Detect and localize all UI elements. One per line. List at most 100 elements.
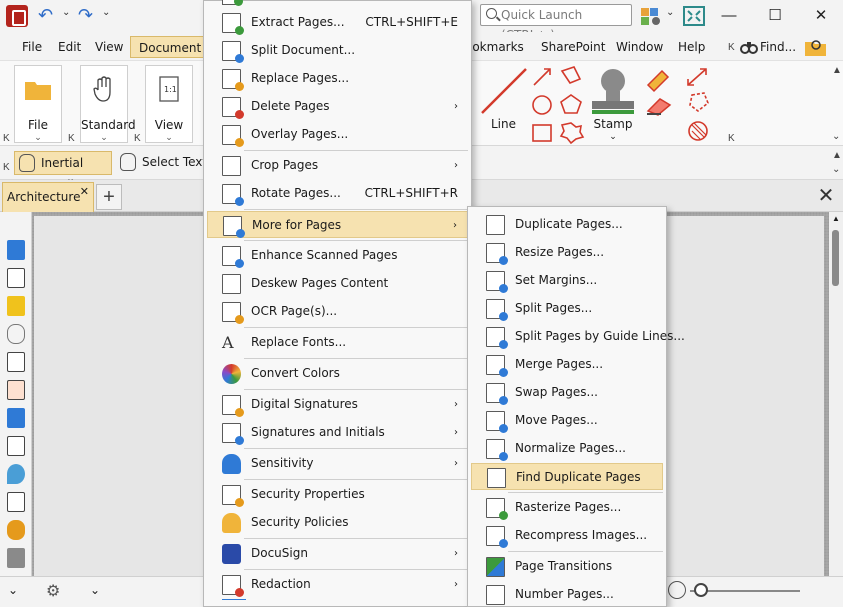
menu-item-delete-pages[interactable]: Delete Pages › bbox=[207, 93, 468, 120]
attachments-icon[interactable] bbox=[7, 324, 25, 344]
group-corner-icon: K bbox=[68, 133, 75, 144]
close-window-button[interactable]: ✕ bbox=[798, 0, 843, 32]
submenu-item-rasterize-pages[interactable]: Rasterize Pages... bbox=[471, 494, 663, 521]
shape-tools-icon[interactable] bbox=[530, 65, 586, 145]
menu-item-replace-pages[interactable]: Replace Pages... bbox=[207, 65, 468, 92]
links-icon[interactable] bbox=[7, 520, 25, 540]
submenu-item-swap-pages[interactable]: Swap Pages... bbox=[471, 379, 663, 406]
zoom-slider-thumb[interactable] bbox=[694, 583, 708, 597]
quick-launch-input[interactable]: Quick Launch (CTRL+.) bbox=[480, 4, 632, 42]
submenu-item-set-margins[interactable]: Set Margins... bbox=[471, 267, 663, 294]
signatures-panel-icon[interactable] bbox=[7, 380, 25, 400]
menu-sharepoint[interactable]: SharePoint bbox=[533, 36, 613, 58]
folder-icon bbox=[25, 82, 51, 100]
find-button[interactable]: Find... bbox=[758, 36, 798, 58]
partial-menu-icon bbox=[222, 599, 246, 607]
minimize-button[interactable]: — bbox=[706, 0, 752, 32]
menu-item-extract-pages[interactable]: Extract Pages... CTRL+SHIFT+E bbox=[207, 9, 468, 36]
submenu-item-split-pages[interactable]: Split Pages... bbox=[471, 295, 663, 322]
redo-icon[interactable]: ↷ bbox=[78, 4, 93, 26]
menu-item-overlay-pages[interactable]: Overlay Pages... bbox=[207, 121, 468, 148]
fields-icon[interactable] bbox=[7, 436, 25, 456]
submenu-item-resize-pages[interactable]: Resize Pages... bbox=[471, 239, 663, 266]
destinations-icon[interactable] bbox=[7, 464, 25, 484]
vertical-scrollbar[interactable]: ▲ bbox=[829, 212, 843, 576]
close-document-button[interactable]: ✕ bbox=[813, 182, 839, 210]
status-dropdown-icon[interactable]: ⌄ bbox=[90, 583, 100, 597]
fullscreen-icon[interactable] bbox=[683, 6, 705, 26]
undo-icon[interactable]: ↶ bbox=[38, 4, 53, 26]
layers-icon[interactable] bbox=[7, 408, 25, 428]
inertial-scroll-button[interactable]: Inertial Scroll bbox=[14, 151, 112, 192]
menu-document[interactable]: Document bbox=[130, 36, 211, 58]
menu-file[interactable]: File bbox=[14, 36, 50, 58]
submenu-item-number-pages[interactable]: Number Pages... bbox=[471, 581, 663, 607]
line-tool-icon[interactable] bbox=[478, 65, 534, 125]
add-tab-button[interactable]: + bbox=[96, 184, 122, 210]
settings-gear-icon[interactable]: ⚙ bbox=[46, 581, 60, 601]
stamp-tool-button[interactable]: Stamp ⌄ bbox=[588, 65, 638, 143]
app-icon[interactable] bbox=[6, 5, 28, 27]
thumbnails-icon[interactable] bbox=[7, 268, 25, 288]
submenu-item-page-transitions[interactable]: Page Transitions bbox=[471, 553, 663, 580]
page-content-icon[interactable] bbox=[7, 352, 25, 372]
menu-edit[interactable]: Edit bbox=[50, 36, 89, 58]
menu-view[interactable]: View bbox=[87, 36, 131, 58]
submenu-item-split-by-guides[interactable]: Split Pages by Guide Lines... bbox=[471, 323, 685, 350]
menu-item-convert-colors[interactable]: Convert Colors bbox=[207, 360, 468, 387]
structure-icon[interactable] bbox=[7, 492, 25, 512]
menu-item-signatures-initials[interactable]: Signatures and Initials › bbox=[207, 419, 468, 446]
submenu-item-normalize-pages[interactable]: Normalize Pages... bbox=[471, 435, 663, 462]
binoculars-icon[interactable] bbox=[740, 38, 758, 56]
quick-access-dropdown-icon[interactable]: ⌄ bbox=[102, 7, 110, 18]
scroll-up-icon[interactable]: ▲ bbox=[832, 214, 840, 223]
select-text-button[interactable]: Select Text/ bbox=[116, 151, 211, 175]
maximize-button[interactable]: ☐ bbox=[752, 0, 798, 32]
menu-item-replace-fonts[interactable]: A Replace Fonts... bbox=[207, 329, 468, 356]
menu-item-crop-pages[interactable]: Crop Pages › bbox=[207, 152, 468, 179]
comments-icon[interactable] bbox=[7, 296, 25, 316]
options-gear-icon[interactable] bbox=[640, 6, 662, 26]
menu-item-redaction[interactable]: Redaction › bbox=[207, 571, 468, 598]
close-tab-icon[interactable]: ✕ bbox=[80, 185, 89, 198]
menu-item-digital-signatures[interactable]: Digital Signatures › bbox=[207, 391, 468, 418]
folder-search-icon[interactable] bbox=[804, 36, 830, 58]
expand-panel-icon[interactable]: ⌄ bbox=[8, 583, 18, 597]
menu-help[interactable]: Help bbox=[670, 36, 713, 58]
submenu-item-move-pages[interactable]: Move Pages... bbox=[471, 407, 663, 434]
menu-item-more-for-pages[interactable]: More for Pages › bbox=[207, 211, 468, 238]
tab-architecture[interactable]: Architecture ✕ bbox=[2, 182, 94, 212]
bookmarks-icon[interactable] bbox=[7, 240, 25, 260]
zoom-out-icon[interactable] bbox=[668, 581, 686, 599]
menu-item-ocr-pages[interactable]: OCR Page(s)... bbox=[207, 298, 468, 325]
menu-item-security-policies[interactable]: Security Policies bbox=[207, 509, 468, 536]
menu-separator bbox=[244, 150, 468, 151]
tags-icon[interactable] bbox=[7, 548, 25, 568]
menu-separator bbox=[244, 389, 468, 390]
menu-item-docusign[interactable]: DocuSign › bbox=[207, 540, 468, 567]
submenu-item-find-duplicate-pages[interactable]: Find Duplicate Pages bbox=[471, 463, 663, 490]
menu-item-deskew-pages[interactable]: Deskew Pages Content bbox=[207, 270, 468, 297]
menu-window[interactable]: Window bbox=[608, 36, 671, 58]
highlighter-eraser-icon[interactable] bbox=[644, 65, 674, 117]
replace-pages-icon bbox=[222, 69, 244, 91]
ribbon-scroll-down-icon: ⌄ bbox=[832, 131, 841, 142]
measure-tools-icon[interactable] bbox=[684, 65, 714, 145]
menu-item-rotate-pages[interactable]: Rotate Pages... CTRL+SHIFT+R bbox=[207, 180, 468, 207]
menu-item-sensitivity[interactable]: Sensitivity › bbox=[207, 450, 468, 477]
submenu-item-recompress-images[interactable]: Recompress Images... bbox=[471, 522, 663, 549]
undo-dropdown-icon[interactable]: ⌄ bbox=[62, 7, 70, 18]
menu-item-split-document[interactable]: Split Document... bbox=[207, 37, 468, 64]
scrollbar-thumb[interactable] bbox=[832, 230, 839, 286]
ribbon-view-button[interactable]: 1:1 View ⌄ bbox=[145, 65, 193, 143]
submenu-item-duplicate-pages[interactable]: Duplicate Pages... bbox=[471, 211, 663, 238]
ribbon-file-button[interactable]: File ⌄ bbox=[14, 65, 62, 143]
line-tool-label[interactable]: Line bbox=[491, 117, 516, 131]
menu-item-security-properties[interactable]: Security Properties bbox=[207, 481, 468, 508]
ribbon-standard-button[interactable]: Standard ⌄ bbox=[80, 65, 136, 143]
menu-item-enhance-scanned-pages[interactable]: Enhance Scanned Pages bbox=[207, 242, 468, 269]
move-pages-icon bbox=[486, 411, 508, 433]
submenu-arrow-icon: › bbox=[454, 101, 458, 112]
options-dropdown-icon[interactable]: ⌄ bbox=[666, 7, 674, 18]
submenu-item-merge-pages[interactable]: Merge Pages... bbox=[471, 351, 663, 378]
